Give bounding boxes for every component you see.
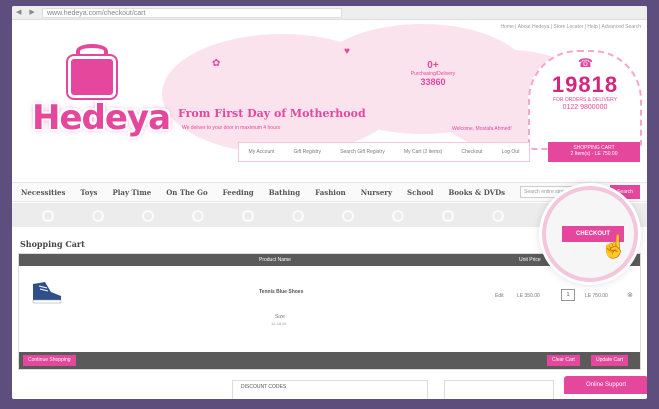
- ring-icon: [342, 210, 354, 222]
- header-cart[interactable]: SHOPPING CART 2 Item(s) - LE 750.00: [548, 142, 640, 162]
- continue-shopping-button[interactable]: Continue Shopping: [23, 355, 76, 366]
- menu-item-books-dvds[interactable]: Books & DVDs: [448, 188, 505, 197]
- ring-icon: [92, 210, 104, 222]
- account-link-my-account[interactable]: My Account: [249, 149, 275, 155]
- hotline-badge: ☎ 19818 FOR ORDERS & DELIVERY 0122 98000…: [528, 50, 642, 150]
- account-link-checkout[interactable]: Checkout: [461, 149, 482, 155]
- page-title: Shopping Cart: [20, 239, 85, 249]
- hotline-landline: 0122 9800000: [562, 104, 608, 111]
- stroller-icon: ✿: [212, 58, 221, 69]
- subslogan: We deliver to your door in maximum 4 hou…: [182, 125, 281, 131]
- balloon-icon: ♥: [344, 46, 350, 57]
- online-support-button[interactable]: Online Support: [564, 376, 647, 394]
- delivery-line3: 33860: [420, 77, 446, 87]
- ring-icon: [442, 210, 454, 222]
- edit-link[interactable]: Edit: [495, 293, 504, 299]
- hotline-sub: FOR ORDERS & DELIVERY: [552, 97, 618, 103]
- welcome-message: Welcome, Mostafa Ahmed!: [452, 126, 512, 132]
- row-subtotal: LE 750.00: [585, 293, 608, 299]
- url-field[interactable]: www.hedeya.com/checkout/cart: [42, 8, 342, 18]
- address-bar: ◀ ▶ C www.hedeya.com/checkout/cart: [12, 6, 647, 20]
- estimate-box: [444, 380, 554, 399]
- account-link-my-cart[interactable]: My Cart (2 items): [404, 149, 442, 155]
- menu-item-bathing[interactable]: Bathing: [269, 188, 300, 197]
- menu-item-fashion[interactable]: Fashion: [315, 188, 346, 197]
- menu-item-toys[interactable]: Toys: [80, 188, 97, 197]
- ring-icon: [242, 210, 254, 222]
- pointer-hand-icon: ☝: [600, 234, 628, 259]
- unit-price: LE 350.00: [517, 293, 540, 299]
- logo-text: Hedeya: [32, 98, 171, 138]
- account-link-gift-registry[interactable]: Gift Registry: [294, 149, 322, 155]
- discount-codes-box: DISCOUNT CODES: [232, 380, 428, 399]
- shoe-product-image[interactable]: [29, 278, 65, 308]
- ring-icon: [42, 210, 54, 222]
- hotline-number: 19818: [551, 72, 619, 97]
- column-unit-price: Unit Price: [519, 257, 541, 263]
- cart-table: Product Name Unit Price Tennis Blue Shoe…: [18, 253, 641, 370]
- discount-codes-title: DISCOUNT CODES: [241, 384, 287, 390]
- menu-item-nursery[interactable]: Nursery: [361, 188, 392, 197]
- menu-item-on-the-go[interactable]: On The Go: [166, 188, 207, 197]
- table-footer: Continue Shopping Clear Cart Update Cart: [19, 352, 640, 369]
- browser-screen: ◀ ▶ C www.hedeya.com/checkout/cart ♥ ✿ H…: [12, 6, 647, 399]
- quantity-input[interactable]: 1: [561, 289, 575, 301]
- hedeya-logo[interactable]: Hedeya: [32, 44, 171, 160]
- account-link-search-gift-registry[interactable]: Search Gift Registry: [340, 149, 385, 155]
- menu-item-necessities[interactable]: Necessities: [21, 188, 65, 197]
- menu-item-school[interactable]: School: [407, 188, 433, 197]
- column-product-name: Product Name: [259, 257, 291, 263]
- ring-icon: [192, 210, 204, 222]
- delivery-info: 0+ Purchasing/Delivery 33860: [398, 60, 468, 87]
- top-links[interactable]: Home | About Hedeya | Store Locator | He…: [500, 24, 641, 30]
- product-name[interactable]: Tennis Blue Shoes: [259, 289, 303, 295]
- ring-icon: [142, 210, 154, 222]
- menu-item-feeding[interactable]: Feeding: [223, 188, 254, 197]
- menu-item-play-time[interactable]: Play Time: [113, 188, 152, 197]
- phone-icon: ☎: [578, 56, 593, 70]
- header-cart-summary: 2 Item(s) - LE 750.00: [570, 151, 618, 157]
- product-size-label: Size: [275, 314, 285, 320]
- ring-icon: [292, 210, 304, 222]
- product-size-value: 12-18 M: [271, 321, 286, 326]
- ring-icon: [492, 210, 504, 222]
- remove-item-icon[interactable]: ⊗: [627, 291, 633, 299]
- account-link-logout[interactable]: Log Out: [502, 149, 520, 155]
- ring-icon: [392, 210, 404, 222]
- gift-icon: [68, 56, 116, 98]
- clear-cart-button[interactable]: Clear Cart: [547, 355, 580, 366]
- account-links: My Account Gift Registry Search Gift Reg…: [238, 142, 530, 162]
- slogan: From First Day of Motherhood: [178, 107, 366, 120]
- update-cart-button[interactable]: Update Cart: [591, 355, 628, 366]
- delivery-line1: 0+: [427, 60, 439, 71]
